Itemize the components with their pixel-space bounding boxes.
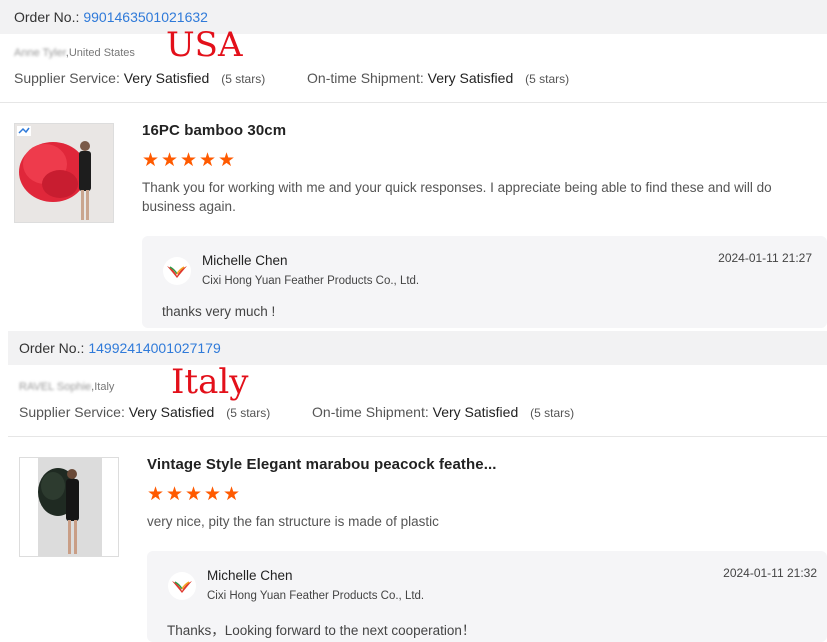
star-icon: ★ <box>218 150 236 171</box>
rating-stars: ★ ★ ★ ★ ★ <box>147 484 241 505</box>
product-image <box>20 458 118 556</box>
country-annotation: Italy <box>171 362 249 402</box>
star-icon: ★ <box>142 150 160 171</box>
buyer-name: Anne Tyler <box>14 47 66 59</box>
star-icon: ★ <box>166 484 184 505</box>
product-title[interactable]: Vintage Style Elegant marabou peacock fe… <box>147 456 497 473</box>
star-icon: ★ <box>223 484 241 505</box>
supplier-service-label: Supplier Service: <box>19 404 125 420</box>
star-icon: ★ <box>161 150 179 171</box>
order-bar-2: Order No.: 14992414001027179 <box>8 331 827 365</box>
reply-text: Thanks，Looking forward to the next coope… <box>167 623 476 638</box>
divider <box>8 436 827 437</box>
shipment-value: Very Satisfied <box>432 404 519 420</box>
reply-author-name: Michelle Chen <box>207 568 293 583</box>
order-label: Order No.: <box>19 340 85 356</box>
supplier-service-label: Supplier Service: <box>14 70 120 86</box>
buyer-country: ,Italy <box>91 381 115 393</box>
star-icon: ★ <box>180 150 198 171</box>
star-icon: ★ <box>204 484 222 505</box>
feather-company-logo <box>168 572 196 600</box>
rating-stars: ★ ★ ★ ★ ★ <box>142 150 236 171</box>
order-number-link[interactable]: 9901463501021632 <box>83 9 208 25</box>
product-title[interactable]: 16PC bamboo 30cm <box>142 122 286 139</box>
shipment-stars: (5 stars) <box>530 406 575 420</box>
order-bar-1: Order No.: 9901463501021632 <box>0 0 827 34</box>
buyer-info: Anne Tyler,United States <box>14 47 135 59</box>
supplier-reply: Michelle Chen Cixi Hong Yuan Feather Pro… <box>142 236 827 328</box>
buyer-name: RAVEL Sophie <box>19 381 92 393</box>
reply-text: thanks very much ! <box>162 304 276 319</box>
ratings-row: Supplier Service: Very Satisfied (5 star… <box>14 70 569 86</box>
feather-company-logo <box>163 257 191 285</box>
country-annotation: USA <box>166 25 243 65</box>
reply-date: 2024-01-11 21:27 <box>718 251 812 265</box>
reply-date: 2024-01-11 21:32 <box>723 566 817 580</box>
shipment-label: On-time Shipment: <box>307 70 424 86</box>
buyer-info: RAVEL Sophie,Italy <box>19 381 114 393</box>
supplier-service-stars: (5 stars) <box>226 406 271 420</box>
buyer-country: ,United States <box>65 47 135 59</box>
divider <box>0 102 827 103</box>
star-icon: ★ <box>199 150 217 171</box>
ratings-row: Supplier Service: Very Satisfied (5 star… <box>19 404 574 420</box>
review-comment: Thank you for working with me and your q… <box>142 180 772 214</box>
star-icon: ★ <box>185 484 203 505</box>
supplier-reply: Michelle Chen Cixi Hong Yuan Feather Pro… <box>147 551 827 642</box>
product-thumbnail[interactable] <box>19 457 119 557</box>
reply-author-name: Michelle Chen <box>202 253 288 268</box>
product-thumbnail[interactable] <box>14 123 114 223</box>
order-label: Order No.: <box>14 9 80 25</box>
shipment-stars: (5 stars) <box>525 72 570 86</box>
shipment-value: Very Satisfied <box>427 70 514 86</box>
product-image <box>15 124 113 222</box>
supplier-service-value: Very Satisfied <box>123 70 210 86</box>
order-number-link[interactable]: 14992414001027179 <box>88 340 220 356</box>
reply-company-name: Cixi Hong Yuan Feather Products Co., Ltd… <box>207 590 425 602</box>
supplier-service-value: Very Satisfied <box>128 404 215 420</box>
review-comment: very nice, pity the fan structure is mad… <box>147 514 439 529</box>
reply-company-name: Cixi Hong Yuan Feather Products Co., Ltd… <box>202 275 420 287</box>
star-icon: ★ <box>147 484 165 505</box>
supplier-service-stars: (5 stars) <box>221 72 266 86</box>
shipment-label: On-time Shipment: <box>312 404 429 420</box>
